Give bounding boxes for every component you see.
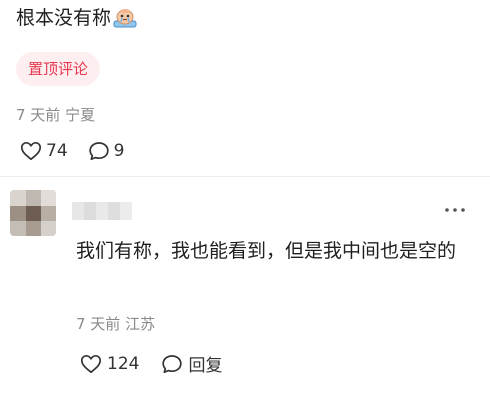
- heart-outline-icon: [20, 141, 42, 161]
- like-button[interactable]: 74: [20, 141, 68, 161]
- pinned-comment-time: 7 天前: [16, 106, 61, 124]
- heart-outline-icon: [80, 354, 102, 373]
- pinned-comment-badge: 置顶评论: [16, 52, 101, 86]
- reply-comment-time: 7 天前: [76, 315, 121, 333]
- reply-count: 9: [113, 141, 125, 161]
- speech-bubble-icon: [88, 142, 109, 161]
- avatar[interactable]: [10, 190, 56, 236]
- comment-divider: [0, 176, 490, 177]
- more-dots-icon[interactable]: [442, 201, 468, 219]
- reply-comment-meta: 7 天前 江苏: [76, 313, 155, 334]
- reply-comment-text: 我们有称，我也能看到，但是我中间也是空的: [76, 240, 457, 262]
- reply-comment-actions: 124 回复: [80, 351, 222, 376]
- reply-like-button[interactable]: 124: [80, 354, 139, 374]
- speech-bubble-icon: [162, 354, 183, 373]
- pinned-comment-actions: 74 9: [20, 141, 124, 161]
- pinned-comment-body: 根本没有称: [16, 7, 112, 29]
- like-count: 74: [46, 141, 68, 161]
- reply-count-button[interactable]: 9: [88, 141, 125, 161]
- reply-button[interactable]: 回复: [161, 351, 222, 376]
- pinned-comment-meta: 7 天前 宁夏: [16, 104, 95, 125]
- pinned-comment-text: 根本没有称: [16, 4, 137, 36]
- reply-like-count: 124: [107, 353, 140, 374]
- bald-crying-face-icon: [113, 6, 137, 36]
- username-blurred[interactable]: [72, 202, 132, 220]
- reply-label: 回复: [188, 356, 223, 376]
- reply-comment-location: 江苏: [125, 315, 156, 333]
- pinned-comment-location: 宁夏: [65, 106, 96, 124]
